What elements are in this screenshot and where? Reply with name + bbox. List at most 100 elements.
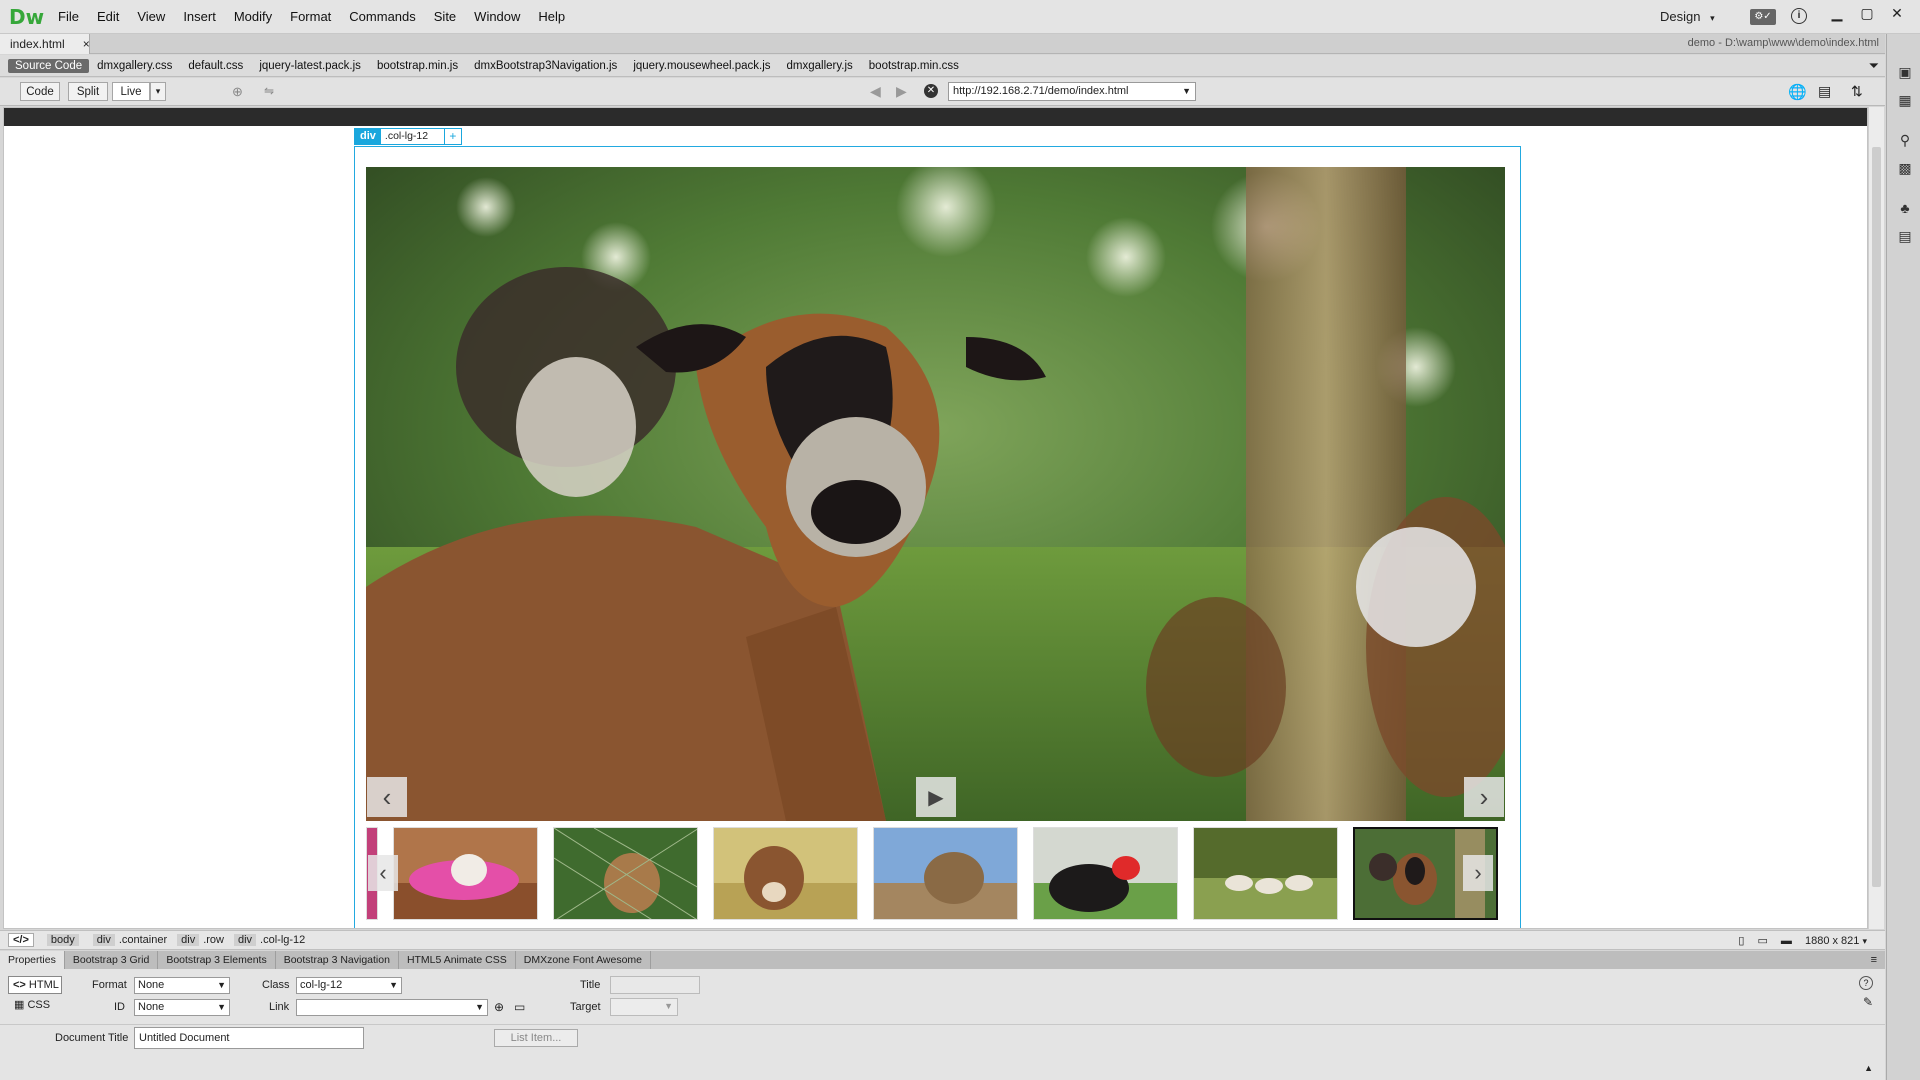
document-title-input[interactable]: Untitled Document	[134, 1027, 364, 1049]
window-size-control[interactable]: ▯ ▭ ▬ 1880 x 821 ▾	[1738, 934, 1867, 947]
close-icon[interactable]: ×	[83, 37, 90, 51]
insert-panel-icon[interactable]: ▦	[1895, 92, 1915, 112]
tag-crumb-container[interactable]: div .container	[88, 934, 172, 946]
tablet-size-icon[interactable]: ▭	[1757, 935, 1767, 947]
refresh-design-icon[interactable]: ⇋	[264, 84, 274, 98]
mobile-size-icon[interactable]: ▯	[1738, 935, 1744, 947]
files-panel-icon[interactable]: ▣	[1895, 64, 1915, 84]
related-file[interactable]: dmxgallery.js	[779, 60, 861, 72]
menu-site[interactable]: Site	[425, 9, 465, 24]
thumbs-next-button[interactable]: ›	[1463, 855, 1493, 891]
related-file[interactable]: bootstrap.min.css	[861, 60, 967, 72]
panel-menu-icon[interactable]: ≡	[1871, 954, 1877, 966]
crumb-tag: body	[46, 934, 79, 946]
app-logo: Dw	[9, 4, 45, 29]
thumbnail-image	[394, 828, 537, 919]
live-options-chevron-icon[interactable]: ▾	[150, 82, 166, 101]
tab-bootstrap-navigation[interactable]: Bootstrap 3 Navigation	[276, 951, 399, 969]
scroll-thumb[interactable]	[1872, 147, 1881, 887]
menu-insert[interactable]: Insert	[174, 9, 225, 24]
css-designer-icon[interactable]: ⚲	[1895, 132, 1915, 152]
html-mode-button[interactable]: <> HTML	[8, 976, 62, 994]
collapse-icon[interactable]: ▲	[1864, 1063, 1873, 1073]
browser-preview-icon[interactable]: 🌐	[1788, 83, 1807, 101]
menu-window[interactable]: Window	[465, 9, 529, 24]
chevron-down-icon: ▼	[475, 1002, 484, 1012]
arrow-left-icon[interactable]: ◀	[870, 83, 881, 100]
address-bar[interactable]: http://192.168.2.71/demo/index.html ▼	[948, 82, 1196, 101]
menu-modify[interactable]: Modify	[225, 9, 281, 24]
file-transfer-icon[interactable]: ⇅	[1851, 83, 1863, 100]
id-select[interactable]: None ▼	[134, 999, 230, 1016]
assets-panel-icon[interactable]: ▩	[1895, 160, 1915, 180]
address-dropdown-icon[interactable]: ▼	[1182, 83, 1191, 100]
tab-properties[interactable]: Properties	[0, 951, 65, 969]
related-file[interactable]: jquery-latest.pack.js	[251, 60, 369, 72]
gallery-play-button[interactable]: ▶	[916, 777, 956, 817]
menu-commands[interactable]: Commands	[340, 9, 424, 24]
related-file[interactable]: dmxBootstrap3Navigation.js	[466, 60, 625, 72]
maximize-icon[interactable]: ▢	[1852, 2, 1882, 24]
gallery-prev-button[interactable]: ‹	[367, 777, 407, 817]
minimize-icon[interactable]: ▁	[1822, 2, 1852, 24]
related-file[interactable]: bootstrap.min.js	[369, 60, 466, 72]
menu-view[interactable]: View	[128, 9, 174, 24]
dom-panel-icon[interactable]: ♣	[1895, 200, 1915, 220]
menu-format[interactable]: Format	[281, 9, 340, 24]
menu-help[interactable]: Help	[529, 9, 574, 24]
info-icon[interactable]: i	[1791, 8, 1807, 24]
tab-bootstrap-elements[interactable]: Bootstrap 3 Elements	[158, 951, 276, 969]
css-mode-button[interactable]: ▦ CSS	[14, 998, 50, 1011]
thumbnail-sheep[interactable]	[1193, 827, 1338, 920]
list-item-button[interactable]: List Item...	[494, 1029, 578, 1047]
inspect-icon[interactable]: ⊕	[232, 84, 243, 100]
gallery-next-button[interactable]: ›	[1464, 777, 1504, 817]
workspace-switcher[interactable]: Design ▾	[1660, 9, 1715, 24]
panel-tabs: Properties Bootstrap 3 Grid Bootstrap 3 …	[0, 951, 1885, 969]
menu-edit[interactable]: Edit	[88, 9, 128, 24]
tab-font-awesome[interactable]: DMXzone Font Awesome	[516, 951, 652, 969]
desktop-size-icon[interactable]: ▬	[1781, 935, 1792, 947]
help-icon[interactable]: ?	[1859, 976, 1873, 990]
page-options-icon[interactable]: ▤	[1818, 83, 1831, 100]
class-select[interactable]: col-lg-12 ▼	[296, 977, 402, 994]
thumbs-prev-button[interactable]: ‹	[368, 855, 398, 891]
code-view-button[interactable]: Code	[20, 82, 60, 101]
related-file-source-code[interactable]: Source Code	[8, 58, 90, 73]
add-class-button[interactable]: +	[445, 129, 461, 144]
related-file[interactable]: jquery.mousewheel.pack.js	[625, 60, 778, 72]
filter-icon[interactable]: ⏷	[1869, 58, 1879, 74]
close-window-icon[interactable]: ✕	[1882, 2, 1912, 24]
thumbnail-dog-fence[interactable]	[553, 827, 698, 920]
format-select[interactable]: None ▼	[134, 977, 230, 994]
tab-html5-animate[interactable]: HTML5 Animate CSS	[399, 951, 516, 969]
sync-icon[interactable]: ⚙✓	[1750, 9, 1776, 25]
arrow-right-icon[interactable]: ▶	[896, 83, 907, 100]
related-file[interactable]: default.css	[180, 60, 251, 72]
code-navigator-icon[interactable]: </>	[8, 933, 34, 947]
point-to-file-icon[interactable]: ⊕	[494, 1000, 504, 1014]
tag-crumb-body[interactable]: body	[42, 934, 88, 946]
element-class[interactable]: .col-lg-12	[381, 129, 445, 144]
document-tab[interactable]: index.html ×	[0, 34, 90, 54]
target-select[interactable]: ▼	[610, 998, 678, 1016]
vertical-scrollbar[interactable]	[1868, 107, 1884, 929]
related-file[interactable]: dmxgallery.css	[89, 60, 180, 72]
stop-icon[interactable]: ✕	[924, 84, 938, 98]
edit-icon[interactable]: ✎	[1863, 995, 1873, 1009]
browse-folder-icon[interactable]: ▭	[514, 1000, 525, 1014]
tag-crumb-col[interactable]: div .col-lg-12	[229, 934, 310, 946]
element-selector[interactable]: div .col-lg-12 +	[354, 128, 462, 145]
split-view-button[interactable]: Split	[68, 82, 108, 101]
title-input[interactable]	[610, 976, 700, 994]
thumbnail-yorkie[interactable]	[873, 827, 1018, 920]
thumbnail-horse[interactable]	[1033, 827, 1178, 920]
live-view-button[interactable]: Live	[112, 82, 150, 101]
menu-file[interactable]: File	[49, 9, 88, 24]
thumbnail-dog-field[interactable]	[713, 827, 858, 920]
thumbnail-cat[interactable]	[393, 827, 538, 920]
tab-bootstrap-grid[interactable]: Bootstrap 3 Grid	[65, 951, 159, 969]
snippets-panel-icon[interactable]: ▤	[1895, 228, 1915, 248]
tag-crumb-row[interactable]: div .row	[172, 934, 229, 946]
link-input[interactable]: ▼	[296, 999, 488, 1016]
